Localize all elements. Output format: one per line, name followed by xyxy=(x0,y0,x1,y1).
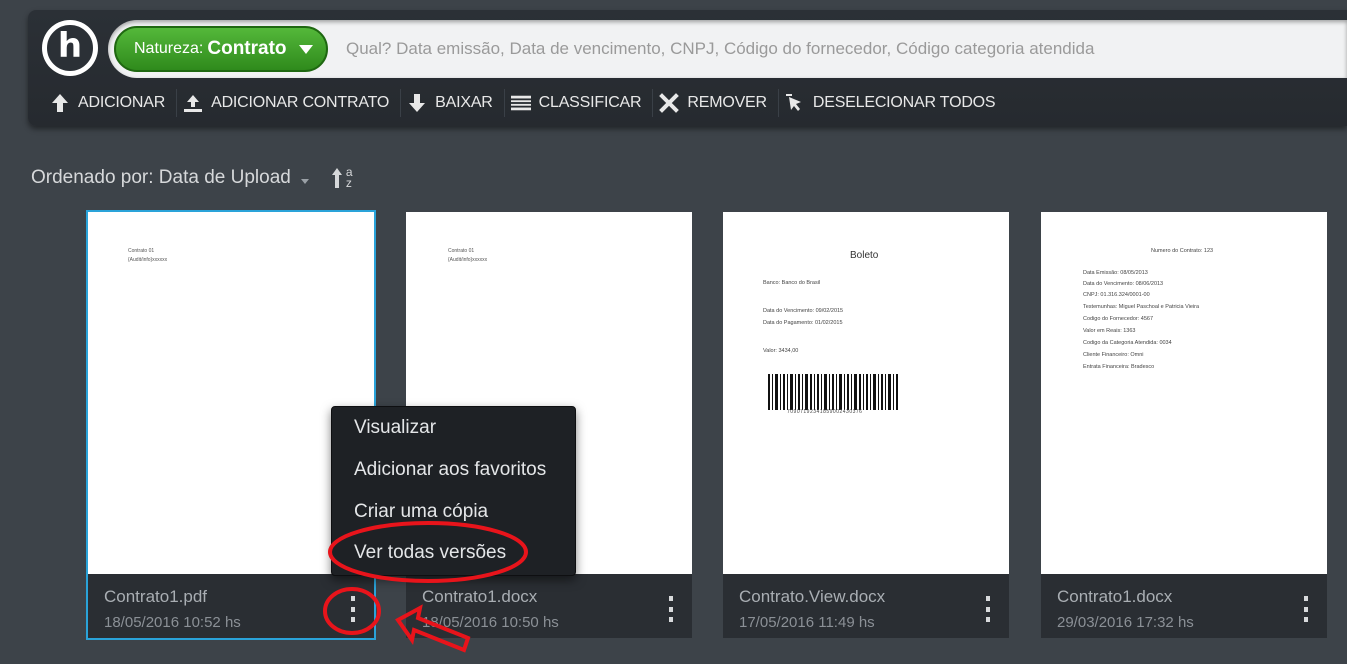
preview-line: Contrato 01 xyxy=(128,248,155,254)
barcode-number: 70907192341859002430376 xyxy=(787,409,863,415)
document-card[interactable]: Numero do Contrato: 123 Data Emissão: 08… xyxy=(1041,212,1327,638)
preview-line: CNPJ: 01.316.324/0001-00 xyxy=(1083,292,1150,298)
classify-label: CLASSIFICAR xyxy=(538,94,642,111)
add-button[interactable]: ADICIONAR xyxy=(44,88,176,118)
chevron-down-icon xyxy=(298,44,313,54)
preview-line: Data do Vencimento: 09/02/2015 xyxy=(763,308,844,314)
document-name: Contrato1.docx xyxy=(422,587,538,606)
logo-letter: h xyxy=(47,25,93,71)
add-label: ADICIONAR xyxy=(78,94,166,111)
document-info: Contrato.View.docx 17/05/2016 11:49 hs xyxy=(723,574,1009,638)
search-input[interactable] xyxy=(346,34,1336,64)
document-date: 17/05/2016 11:49 hs xyxy=(739,614,875,631)
filter-key: Natureza: xyxy=(134,40,204,57)
add-contract-button[interactable]: ADICIONAR CONTRATO xyxy=(177,88,400,118)
toolbar: ADICIONAR ADICIONAR CONTRATO BAIXAR CLAS… xyxy=(44,88,1006,118)
cursor-icon xyxy=(785,93,805,113)
preview-line: Data do Pagamento: 01/02/2015 xyxy=(763,320,843,326)
nature-filter-button[interactable]: Natureza: Contrato xyxy=(114,26,328,72)
document-info: Contrato1.docx 18/05/2016 10:50 hs xyxy=(406,574,692,638)
deselect-all-button[interactable]: DESELECIONAR TODOS xyxy=(779,88,1007,118)
barcode-image xyxy=(768,374,898,410)
context-menu: Visualizar Adicionar aos favoritos Criar… xyxy=(331,406,576,576)
sort-direction-bottom: z xyxy=(345,176,352,190)
classify-button[interactable]: CLASSIFICAR xyxy=(505,88,653,118)
preview-line: Data do Vencimento: 08/06/2013 xyxy=(1083,281,1164,287)
document-name: Contrato.View.docx xyxy=(739,587,886,606)
more-options-icon[interactable] xyxy=(666,596,676,622)
preview-line: Testemunhas: Miguel Paschoal e Patricia … xyxy=(1083,304,1200,310)
menu-item-view[interactable]: Visualizar xyxy=(354,417,436,439)
upload-icon xyxy=(183,93,203,113)
preview-line: Contrato 01 xyxy=(448,248,475,254)
preview-line: Entrata Financeira: Bradesco xyxy=(1083,364,1155,370)
preview-line: Valor: 3434,00 xyxy=(763,348,799,354)
preview-title: Numero do Contrato: 123 xyxy=(1151,248,1214,254)
document-preview[interactable]: Numero do Contrato: 123 Data Emissão: 08… xyxy=(1041,212,1327,574)
document-name: Contrato1.docx xyxy=(1057,587,1173,606)
list-icon xyxy=(510,93,531,113)
document-preview[interactable]: Boleto Banco: Banco do Brasil Data do Ve… xyxy=(723,212,1009,574)
more-options-icon[interactable] xyxy=(1301,596,1311,622)
top-bar: h Natureza: Contrato ADICIONAR ADICIONAR… xyxy=(28,10,1347,126)
document-info: Contrato1.docx 29/03/2016 17:32 hs xyxy=(1041,574,1327,638)
more-options-icon[interactable] xyxy=(983,596,993,622)
preview-line: Codigo da Categoria Atendida: 0034 xyxy=(1083,340,1172,346)
arrow-down-icon xyxy=(407,93,427,113)
arrow-up-icon xyxy=(50,93,70,113)
document-date: 18/05/2016 10:52 hs xyxy=(104,614,241,631)
document-card[interactable]: Boleto Banco: Banco do Brasil Data do Ve… xyxy=(723,212,1009,638)
remove-label: REMOVER xyxy=(687,94,767,111)
document-info: Contrato1.pdf 18/05/2016 10:52 hs xyxy=(88,574,374,638)
document-date: 18/05/2016 10:50 hs xyxy=(422,614,559,631)
sort-label[interactable]: Ordenado por: Data de Upload xyxy=(31,167,291,189)
preview-line: Valor em Reais: 1363 xyxy=(1083,328,1136,334)
remove-button[interactable]: REMOVER xyxy=(653,88,778,118)
menu-item-copy[interactable]: Criar uma cópia xyxy=(354,501,488,523)
preview-line: {Audit/info}xxxxxx xyxy=(448,257,488,263)
document-date: 29/03/2016 17:32 hs xyxy=(1057,614,1194,631)
download-button[interactable]: BAIXAR xyxy=(401,88,504,118)
menu-item-add-favorites[interactable]: Adicionar aos favoritos xyxy=(354,459,546,481)
sort-control: Ordenado por: Data de Upload a z xyxy=(31,160,353,196)
download-label: BAIXAR xyxy=(435,94,493,111)
filter-value: Contrato xyxy=(207,38,287,59)
preview-line: Banco: Banco do Brasil xyxy=(763,280,821,286)
more-options-icon[interactable] xyxy=(348,596,358,622)
preview-line: Cliente Financeiro: Omni xyxy=(1083,352,1144,358)
add-contract-label: ADICIONAR CONTRATO xyxy=(211,94,390,111)
menu-item-all-versions[interactable]: Ver todas versões xyxy=(354,542,506,564)
chevron-down-icon[interactable] xyxy=(300,178,309,184)
sort-arrow-icon xyxy=(331,168,342,188)
deselect-all-label: DESELECIONAR TODOS xyxy=(812,94,996,111)
preview-line: {Audit/info}xxxxxx xyxy=(128,257,168,263)
preview-title: Boleto xyxy=(850,250,879,261)
document-name: Contrato1.pdf xyxy=(104,587,208,606)
preview-line: Codigo do Fornecedor: 4567 xyxy=(1083,316,1154,322)
close-icon xyxy=(659,93,680,113)
app-logo[interactable]: h xyxy=(42,20,98,76)
search-bar: Natureza: Contrato xyxy=(108,20,1347,78)
preview-line: Data Emissão: 08/05/2013 xyxy=(1083,270,1148,276)
sort-direction-button[interactable]: a z xyxy=(331,166,353,190)
